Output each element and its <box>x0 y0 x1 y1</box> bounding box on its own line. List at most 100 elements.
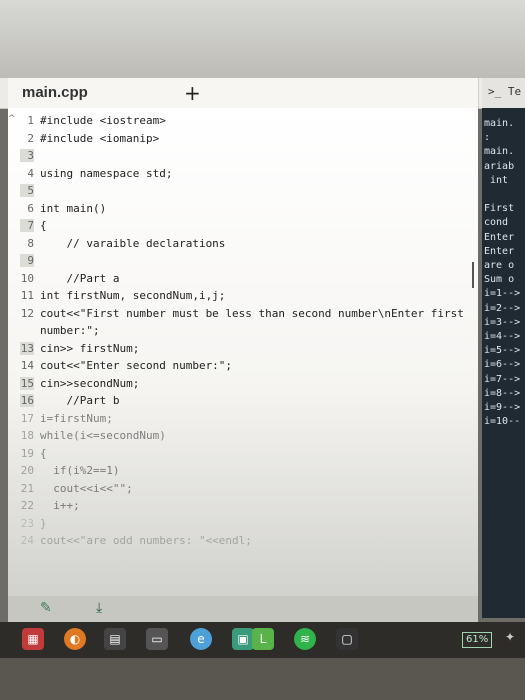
line-number: 6 <box>27 201 34 215</box>
code-line[interactable]: 1 #include <iostream> <box>8 114 478 132</box>
code-line[interactable]: 14 cout<<"Enter second number:"; <box>8 359 478 377</box>
code-line[interactable]: 4 using namespace std; <box>8 167 478 185</box>
console-line: i=7--> <box>484 373 521 385</box>
line-number: 12 <box>20 306 34 320</box>
line-number: 23 <box>20 516 34 530</box>
text-cursor <box>472 262 474 288</box>
code-line[interactable]: 18 while(i<=secondNum) <box>8 429 478 447</box>
console-line: are o <box>484 260 515 271</box>
code-line[interactable]: 8 // varaible declarations <box>8 237 478 255</box>
line-number: 16 <box>20 394 34 407</box>
console-tab[interactable]: >_ Te <box>482 78 525 108</box>
console-line: i=9--> <box>484 402 521 413</box>
code-line[interactable]: 7{ <box>8 219 478 237</box>
code-line[interactable]: 12 cout<<"First number must be less than … <box>8 307 478 325</box>
code-text: using namespace std; <box>40 166 173 180</box>
code-text: cin>>secondNum; <box>40 376 140 390</box>
code-line[interactable]: 9 <box>8 254 478 272</box>
code-line[interactable]: 24 cout<<"are odd numbers: "<<endl; <box>8 534 478 552</box>
line-number: 5 <box>20 184 34 197</box>
app-menu-icon[interactable]: ▦ <box>22 628 44 650</box>
line-number: 15 <box>20 376 34 390</box>
code-text: i=firstNum; <box>40 411 113 425</box>
spotify-icon[interactable]: ≋ <box>294 628 316 650</box>
console-line: ariab <box>484 160 515 172</box>
network-icon: ✦ <box>505 630 516 644</box>
code-editor[interactable]: ^ 1 #include <iostream> 2 #include <iomanip… <box>8 108 478 608</box>
launcher-l-icon[interactable]: L <box>252 628 274 650</box>
code-text: cout<<i<<""; <box>40 481 133 495</box>
line-number: 22 <box>20 499 34 512</box>
line-number: 24 <box>20 534 34 547</box>
tab-title: main.cpp <box>22 84 88 101</box>
window-icon[interactable]: ▢ <box>336 628 358 650</box>
console-line: i=5--> <box>484 345 521 357</box>
console-line: cond <box>484 217 515 229</box>
editor-footer: ✎ ⤓ <box>8 596 478 622</box>
console-line: First <box>484 203 515 215</box>
line-number: 8 <box>27 236 34 250</box>
code-text: #include <iostream> <box>40 114 166 127</box>
code-text: cin>> firstNum; <box>40 341 140 355</box>
terminal-icon: >_ Te <box>488 85 522 98</box>
console-line: Sum o <box>484 274 515 286</box>
line-number: 11 <box>20 289 34 302</box>
code-line[interactable]: 3 <box>8 149 478 167</box>
console-output[interactable]: main.: main. ariab int First cond Enter Ente… <box>482 108 525 618</box>
console-line: : <box>484 132 491 144</box>
editor-tab[interactable]: main.cpp + <box>8 78 479 108</box>
line-number: 20 <box>20 464 34 477</box>
code-line[interactable]: 13 cin>> firstNum; <box>8 341 478 360</box>
console-line: int <box>484 174 515 186</box>
line-number: 21 <box>20 481 34 495</box>
code-line[interactable]: 15 cin>>secondNum; <box>8 376 478 395</box>
code-line[interactable]: 20 if(i%2==1) <box>8 464 478 482</box>
line-number: 2 <box>27 131 34 145</box>
code-line[interactable]: 16 //Part b <box>8 394 478 412</box>
console-line: main. <box>484 146 515 158</box>
code-text: while(i<=secondNum) <box>40 429 166 442</box>
code-line[interactable]: 21 cout<<i<<""; <box>8 482 478 500</box>
firefox-icon[interactable]: ◐ <box>64 628 86 650</box>
console-line: i=6--> <box>484 359 521 371</box>
console-line: i=3--> <box>484 316 521 328</box>
code-text: #include <iomanip> <box>40 131 160 145</box>
code-line[interactable]: 17 i=firstNum; <box>8 412 478 430</box>
libreoffice-icon[interactable]: ▣ <box>232 628 254 650</box>
line-number: 3 <box>20 149 34 162</box>
line-number: 10 <box>20 271 34 285</box>
code-text: i++; <box>40 499 80 512</box>
code-text: number:"; <box>40 324 100 337</box>
code-line[interactable]: 11 int firstNum, secondNum,i,j; <box>8 289 478 307</box>
line-number: 13 <box>20 341 34 355</box>
code-text: int main() <box>40 201 107 215</box>
add-tab-button[interactable]: + <box>184 81 201 105</box>
code-text: //Part b <box>40 394 120 407</box>
edge-icon[interactable]: e <box>190 628 212 650</box>
code-line[interactable]: 2 #include <iomanip> <box>8 132 478 150</box>
line-number: 4 <box>27 166 34 180</box>
code-text: cout<<"Enter second number:"; <box>40 359 233 372</box>
line-number: 9 <box>20 254 34 267</box>
code-text: { <box>40 446 47 460</box>
code-line[interactable]: 10 //Part a <box>8 272 478 290</box>
screen-bezel-bottom <box>0 658 525 700</box>
console-line: i=1--> <box>484 288 521 300</box>
code-line[interactable]: 23} <box>8 517 478 535</box>
console-line: i=2--> <box>484 302 521 314</box>
code-text: { <box>40 219 47 232</box>
code-text: // varaible declarations <box>40 236 226 250</box>
download-icon[interactable]: ⤓ <box>96 600 102 616</box>
screen-bezel-top <box>0 0 525 78</box>
files-icon[interactable]: ▭ <box>146 628 168 650</box>
code-line[interactable]: number:"; <box>8 324 478 342</box>
code-line[interactable]: 5 <box>8 184 478 202</box>
code-text: //Part a <box>40 271 120 285</box>
pin-icon[interactable]: ✎ <box>40 600 52 616</box>
line-number: 1 <box>27 114 34 127</box>
code-line[interactable]: 22 i++; <box>8 499 478 517</box>
media-icon[interactable]: ▤ <box>104 628 126 650</box>
code-line[interactable]: 6 int main() <box>8 202 478 220</box>
code-line[interactable]: 19 { <box>8 447 478 465</box>
line-number: 14 <box>20 359 34 372</box>
